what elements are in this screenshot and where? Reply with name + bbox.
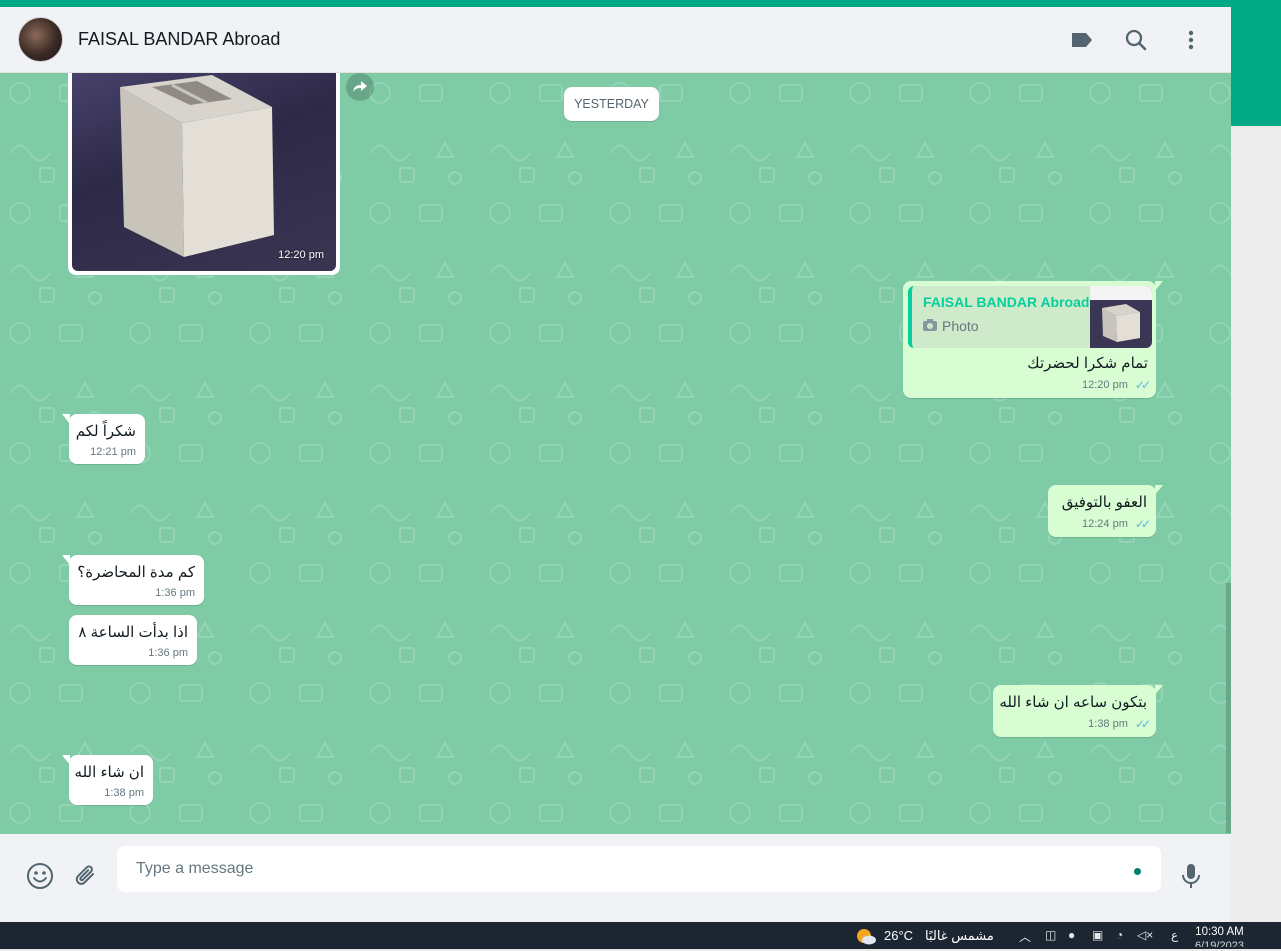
quoted-reply[interactable]: FAISAL BANDAR Abroad Photo	[908, 286, 1152, 348]
message-bubble-outgoing[interactable]: العفو بالتوفيق 12:24 pm ✓✓	[1048, 485, 1163, 537]
accent-panel	[1231, 0, 1281, 126]
message-bubble-incoming[interactable]: ان شاء الله 1:38 pm	[62, 755, 153, 805]
window-top-strip	[0, 0, 1281, 7]
date-separator: YESTERDAY	[564, 87, 659, 121]
muted-speaker-icon[interactable]: ◁×	[1137, 928, 1153, 942]
contact-name[interactable]: FAISAL BANDAR Abroad	[78, 29, 280, 50]
message-time: 12:20 pm	[1082, 379, 1128, 391]
message-time: 1:38 pm	[1088, 718, 1128, 730]
box-photo-image	[120, 75, 274, 257]
microphone-icon[interactable]	[1176, 861, 1206, 891]
chat-scrollbar[interactable]	[1226, 583, 1231, 833]
message-bubble-outgoing[interactable]: بتكون ساعه ان شاء الله 1:38 pm ✓✓	[993, 685, 1163, 737]
message-text: شكراً لكم	[75, 423, 136, 440]
network-app-icon[interactable]: ●	[1068, 928, 1075, 942]
message-input[interactable]	[117, 846, 1161, 892]
message-time: 1:38 pm	[104, 787, 144, 799]
input-language[interactable]: ع	[1171, 928, 1178, 942]
chevron-up-icon[interactable]: ︿	[1019, 928, 1031, 945]
camera-icon	[923, 318, 937, 334]
message-text: اذا بدأت الساعة ٨	[78, 624, 188, 641]
message-text: بتكون ساعه ان شاء الله	[999, 694, 1147, 711]
photo-thumbnail[interactable]: 12:20 pm	[72, 73, 336, 271]
clock-date: 6/19/2023	[1195, 940, 1244, 947]
double-check-icon: ✓✓	[1134, 517, 1151, 531]
message-bubble-outgoing[interactable]: FAISAL BANDAR Abroad Photo تمام شكرا لحض…	[903, 281, 1163, 398]
message-text: العفو بالتوفيق	[1061, 494, 1147, 511]
quoted-sender: FAISAL BANDAR Abroad	[923, 294, 1090, 310]
camera-tray-icon[interactable]: ◫	[1045, 928, 1056, 942]
contact-avatar[interactable]	[18, 17, 63, 62]
photo-message[interactable]: 12:20 pm	[68, 73, 340, 275]
double-check-icon: ✓✓	[1134, 717, 1151, 731]
message-time: 12:24 pm	[1082, 518, 1128, 530]
background-panel	[1231, 0, 1281, 922]
message-bubble-incoming[interactable]: كم مدة المحاضرة؟ 1:36 pm	[62, 555, 204, 605]
weather-icon[interactable]	[855, 926, 877, 946]
label-icon[interactable]	[1068, 26, 1096, 54]
taskbar-clock[interactable]: 10:30 AM 6/19/2023	[1195, 925, 1244, 947]
message-time: 1:36 pm	[155, 587, 195, 599]
double-check-icon: ✓✓	[1134, 378, 1151, 392]
weather-temperature[interactable]: 26°C	[884, 928, 913, 943]
chat-messages-area[interactable]: 12:20 pm YESTERDAY FAISAL BANDAR Abroad …	[0, 73, 1231, 834]
quoted-thumbnail	[1090, 286, 1152, 348]
emoji-icon[interactable]	[25, 861, 55, 891]
quoted-kind: Photo	[942, 318, 979, 334]
typing-indicator-dot	[1134, 868, 1141, 875]
photo-time: 12:20 pm	[278, 249, 324, 261]
search-icon[interactable]	[1122, 26, 1150, 54]
forward-icon[interactable]	[346, 73, 374, 101]
clock-time: 10:30 AM	[1195, 926, 1244, 938]
message-text: ان شاء الله	[74, 764, 144, 781]
whatsapp-app: FAISAL BANDAR Abroad 12:20 pm YESTERDAY …	[0, 7, 1231, 922]
message-time: 12:21 pm	[90, 446, 136, 458]
chat-header[interactable]: FAISAL BANDAR Abroad	[0, 7, 1231, 73]
menu-icon[interactable]	[1177, 26, 1205, 54]
system-taskbar: 26°C مشمس غالبًا ︿ ◫ ● ▣ ◔ ◁× ع 10:30 AM…	[0, 922, 1281, 949]
message-composer	[0, 834, 1231, 922]
message-text: تمام شكرا لحضرتك	[1027, 355, 1148, 372]
weather-description[interactable]: مشمس غالبًا	[925, 928, 994, 944]
message-bubble-incoming[interactable]: شكراً لكم 12:21 pm	[62, 414, 145, 464]
message-text: كم مدة المحاضرة؟	[77, 564, 195, 581]
message-time: 1:36 pm	[148, 647, 188, 659]
wifi-icon[interactable]: ◔	[1116, 928, 1123, 942]
display-icon[interactable]: ▣	[1092, 928, 1103, 942]
message-bubble-incoming[interactable]: اذا بدأت الساعة ٨ 1:36 pm	[69, 615, 197, 665]
attach-icon[interactable]	[71, 861, 101, 891]
